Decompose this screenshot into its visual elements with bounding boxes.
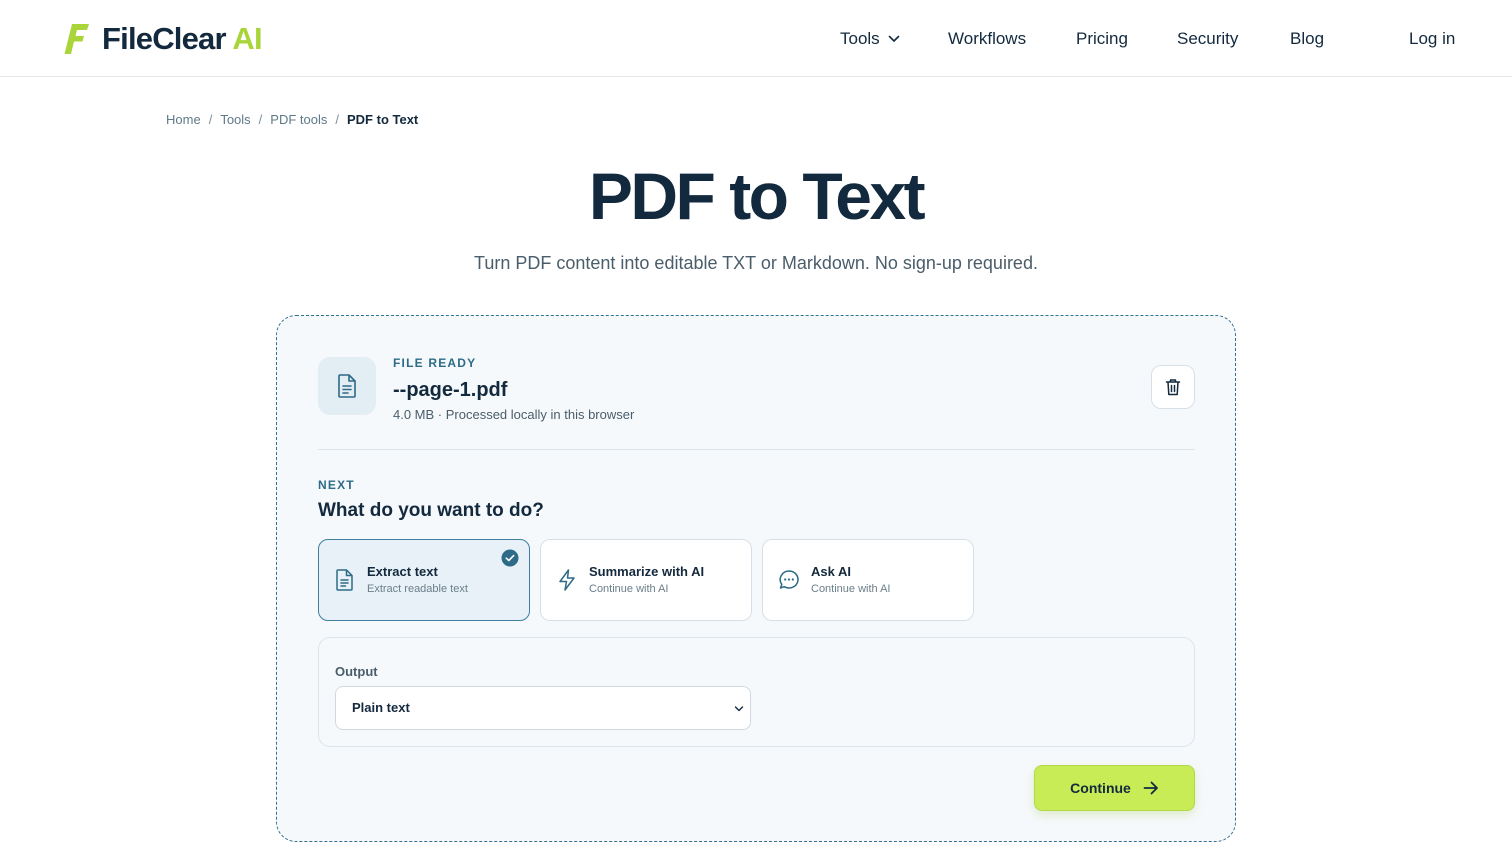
nav-security[interactable]: Security <box>1177 28 1238 50</box>
arrow-right-icon <box>1143 781 1158 795</box>
option-title: Summarize with AI <box>589 564 705 579</box>
option-title: Extract text <box>367 564 438 579</box>
continue-button[interactable]: Continue <box>1034 765 1195 811</box>
breadcrumb-separator: / <box>258 112 263 127</box>
option-extract-text[interactable]: Extract text Extract readable text <box>318 539 530 621</box>
option-title: Ask AI <box>811 564 851 579</box>
section-divider <box>318 449 1195 450</box>
continue-label: Continue <box>1070 780 1131 796</box>
lightning-icon <box>559 569 575 591</box>
chat-bubble-icon <box>779 570 799 589</box>
top-navigation-bar: FileClear AI Tools Workflows Pricing Sec… <box>0 0 1512 77</box>
file-status-label: FILE READY <box>393 356 477 370</box>
option-ask-ai[interactable]: Ask AI Continue with AI <box>762 539 974 621</box>
output-format-select[interactable]: Plain text <box>335 686 751 730</box>
file-meta: 4.0 MB · Processed locally in this brows… <box>393 407 635 422</box>
trash-icon <box>1165 379 1181 396</box>
nav-pricing[interactable]: Pricing <box>1076 28 1128 50</box>
option-summarize-with-ai[interactable]: Summarize with AI Continue with AI <box>540 539 752 621</box>
breadcrumb-home[interactable]: Home <box>166 112 201 127</box>
option-subtitle: Extract readable text <box>367 583 468 595</box>
breadcrumb-pdf-tools[interactable]: PDF tools <box>270 112 327 127</box>
breadcrumb-separator: / <box>208 112 213 127</box>
nav-tools-label: Tools <box>840 29 880 48</box>
check-circle-icon <box>501 549 519 567</box>
login-link[interactable]: Log in <box>1409 28 1455 50</box>
option-subtitle: Continue with AI <box>811 583 891 595</box>
breadcrumb-separator: / <box>335 112 339 127</box>
document-icon <box>338 374 356 398</box>
output-format-value: Plain text <box>352 700 410 715</box>
breadcrumb-current: PDF to Text <box>347 112 419 127</box>
output-label: Output <box>335 664 378 679</box>
option-subtitle: Continue with AI <box>589 583 669 595</box>
main-nav: Tools Workflows Pricing Security Blog Lo… <box>0 28 1512 52</box>
breadcrumb-tools[interactable]: Tools <box>220 112 250 127</box>
output-settings-panel: Output Plain text <box>318 637 1195 747</box>
nav-blog[interactable]: Blog <box>1290 28 1324 50</box>
next-label: NEXT <box>318 478 355 492</box>
chevron-down-icon <box>734 706 744 712</box>
breadcrumb: Home / Tools / PDF tools / PDF to Text <box>166 112 418 127</box>
nav-tools[interactable]: Tools <box>840 28 900 50</box>
page-subtitle: Turn PDF content into editable TXT or Ma… <box>474 253 1038 273</box>
delete-file-button[interactable] <box>1151 365 1195 409</box>
action-question: What do you want to do? <box>318 500 544 521</box>
chevron-down-icon <box>888 35 899 42</box>
page-title: PDF to Text <box>588 159 926 233</box>
nav-workflows[interactable]: Workflows <box>948 28 1026 50</box>
document-icon <box>336 569 353 591</box>
file-icon-container <box>318 357 376 415</box>
file-card: FILE READY --page-1.pdf 4.0 MB · Process… <box>276 315 1236 842</box>
file-name: --page-1.pdf <box>393 379 508 401</box>
